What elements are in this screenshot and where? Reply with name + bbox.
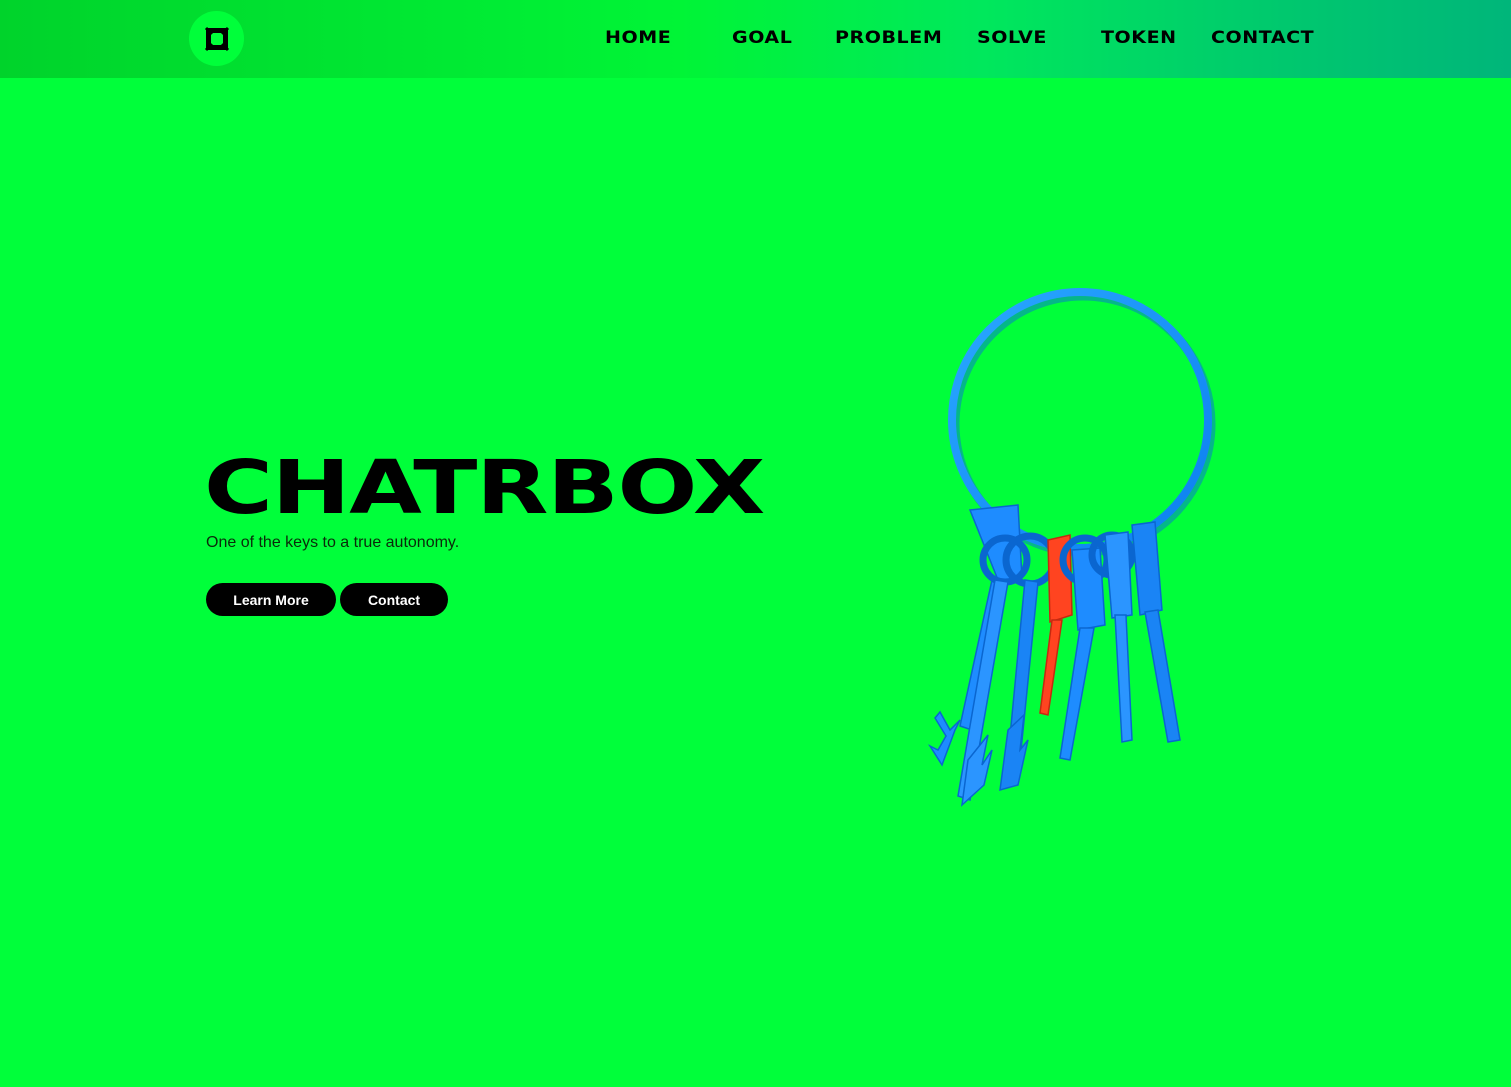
nav-solve[interactable]: SOLVE [977, 28, 1047, 48]
header: HOME GOAL PROBLEM SOLVE TOKEN CONTACT [0, 0, 1511, 78]
hero-title: CHATRBOX [204, 445, 765, 531]
nav-problem[interactable]: PROBLEM [835, 28, 942, 48]
nav-token[interactable]: TOKEN [1101, 28, 1177, 48]
nav-home[interactable]: HOME [605, 28, 671, 48]
page: HOME GOAL PROBLEM SOLVE TOKEN CONTACT CH… [0, 0, 1511, 1087]
main-nav: HOME GOAL PROBLEM SOLVE TOKEN CONTACT [0, 0, 1511, 78]
contact-button[interactable]: Contact [340, 583, 448, 616]
keyring-illustration [927, 288, 1216, 807]
learn-more-button[interactable]: Learn More [206, 583, 336, 616]
nav-goal[interactable]: GOAL [732, 28, 792, 48]
hero-subtitle: One of the keys to a true autonomy. [206, 534, 460, 551]
nav-contact[interactable]: CONTACT [1211, 28, 1314, 48]
